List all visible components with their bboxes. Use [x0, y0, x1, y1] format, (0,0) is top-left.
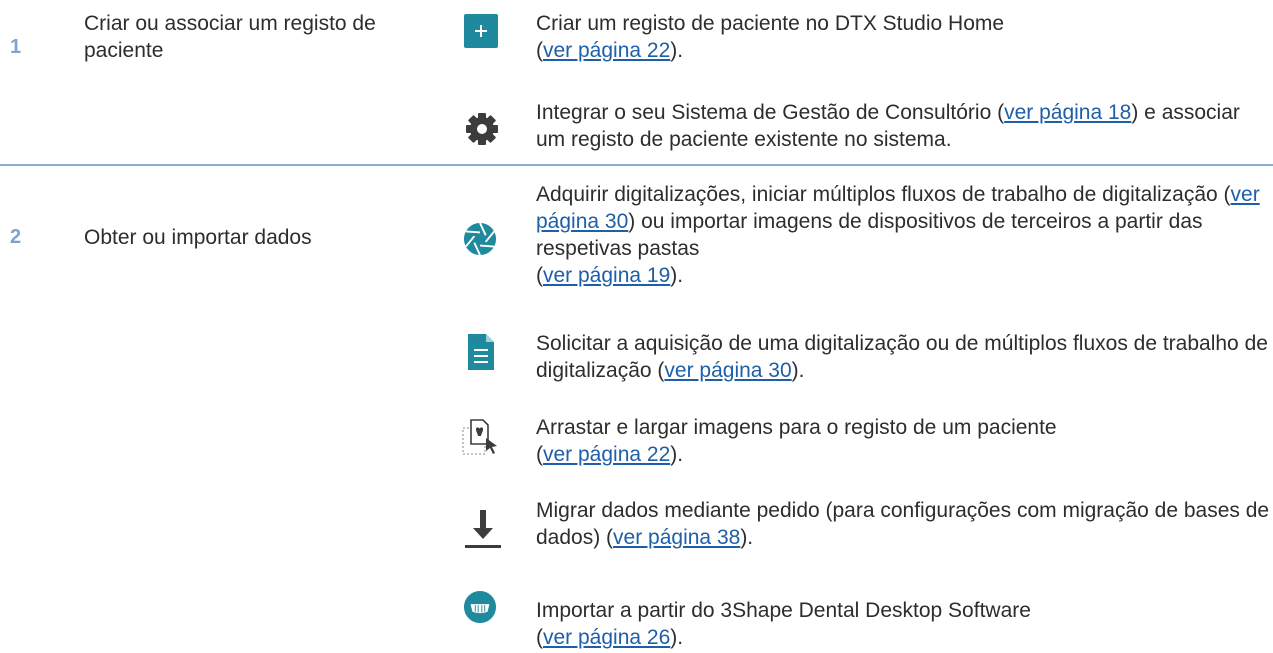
page-link[interactable]: ver página 26 [543, 626, 670, 649]
item-text: Arrastar e largar imagens para o registo… [536, 416, 1057, 466]
item-text: Criar um registo de paciente no DTX Stud… [536, 12, 1005, 62]
item-text: Adquirir digitalizações, iniciar múltipl… [536, 183, 1260, 287]
3shape-icon [463, 590, 497, 624]
step-number: 1 [10, 36, 22, 58]
row-divider [0, 164, 1273, 166]
step-title: Criar ou associar um registo de paciente [84, 12, 376, 62]
item-text: Solicitar a aquisição de uma digitalizaç… [536, 332, 1268, 382]
plus-icon [464, 14, 498, 48]
page-link[interactable]: ver página 38 [613, 526, 740, 549]
drag-drop-icon [462, 418, 500, 456]
document-icon [464, 334, 498, 370]
step-title: Obter ou importar dados [84, 226, 312, 249]
step-number: 2 [10, 226, 22, 248]
item-text: Importar a partir do 3Shape Dental Deskt… [536, 599, 1031, 649]
aperture-icon [463, 222, 497, 256]
page-link[interactable]: ver página 30 [664, 359, 791, 382]
page-link[interactable]: ver página 19 [543, 264, 670, 287]
page-link[interactable]: ver página 22 [543, 39, 670, 62]
gear-icon [465, 112, 499, 146]
page-link[interactable]: ver página 22 [543, 443, 670, 466]
item-text: Integrar o seu Sistema de Gestão de Cons… [536, 101, 1240, 151]
download-icon [464, 508, 502, 550]
page-link[interactable]: ver página 18 [1004, 101, 1131, 124]
item-text: Migrar dados mediante pedido (para confi… [536, 499, 1270, 549]
